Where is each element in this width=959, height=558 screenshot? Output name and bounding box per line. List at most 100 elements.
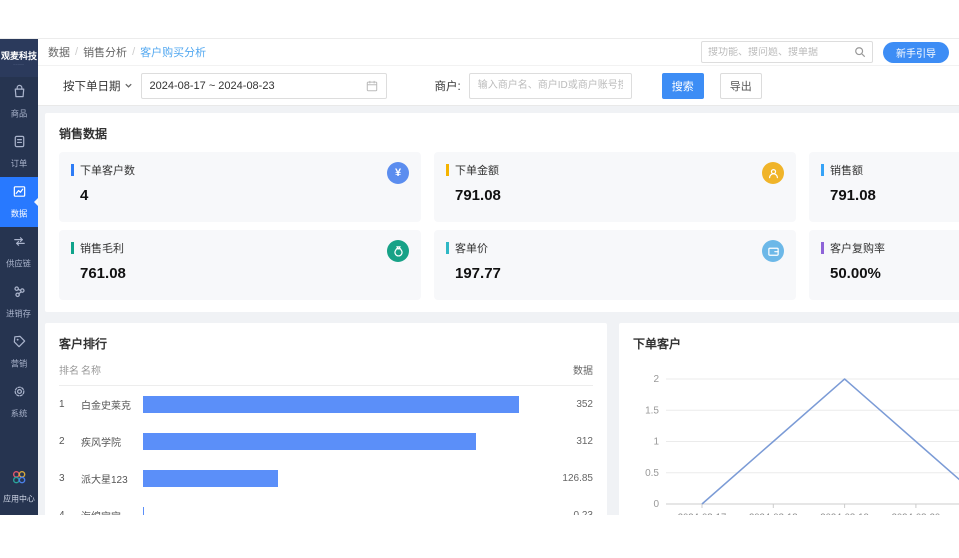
svg-text:1.5: 1.5 — [645, 405, 659, 416]
date-range-picker[interactable] — [141, 73, 387, 99]
global-search — [701, 41, 873, 63]
customer-name: 疾风学院 — [81, 434, 143, 449]
kpi-cards: 下单客户数 4¥ 下单金额 791.08 销售额 791.08 销售毛利 761… — [59, 152, 959, 300]
panel-title: 客户排行 — [59, 335, 593, 352]
svg-text:2: 2 — [653, 374, 659, 385]
sidebar-item-数据[interactable]: 数据 — [0, 177, 38, 227]
global-search-input[interactable] — [708, 47, 854, 58]
ranking-bar — [143, 470, 278, 487]
kpi-card-下单客户数: 下单客户数 4¥ — [59, 152, 421, 222]
card-accent-bar — [71, 242, 74, 254]
ranking-bar — [143, 433, 476, 450]
supply-chain-icon — [12, 234, 27, 254]
sales-data-panel: 销售数据 下单客户数 4¥ 下单金额 791.08 销售额 791.08 销售毛… — [45, 113, 959, 312]
breadcrumb-item[interactable]: 销售分析 — [83, 44, 127, 60]
breadcrumb: 数据 / 销售分析 / 客户购买分析 — [48, 44, 206, 60]
sidebar-item-供应链[interactable]: 供应链 — [0, 227, 38, 277]
sidebar-item-label: 供应链 — [7, 258, 32, 270]
sidebar-item-商品[interactable]: 商品 — [0, 77, 38, 127]
date-range-input[interactable] — [150, 80, 360, 92]
merchant-search-input[interactable] — [469, 73, 632, 99]
app-center-icon — [11, 469, 27, 490]
search-button[interactable]: 搜索 — [662, 73, 704, 99]
ranking-value: 126.85 — [531, 473, 593, 484]
chevron-down-icon — [124, 81, 133, 90]
sidebar-item-营销[interactable]: 营销 — [0, 327, 38, 377]
sidebar-item-label: 营销 — [11, 358, 28, 370]
app-window: 观麦科技 ·········· 商品 订单 数据 供应链 进销存 营销 系统 — [0, 38, 959, 515]
ranking-value: 0.23 — [531, 510, 593, 515]
filter-bar: 按下单日期 商户: 搜索 导出 — [38, 66, 959, 106]
card-accent-bar — [446, 164, 449, 176]
kpi-value: 197.77 — [455, 265, 784, 282]
settings-gear-icon — [12, 384, 27, 404]
user-icon — [762, 162, 784, 184]
order-icon — [12, 134, 27, 154]
panel-title: 销售数据 — [59, 125, 959, 142]
card-accent-bar — [821, 242, 824, 254]
brand-name: 观麦科技 — [1, 49, 37, 62]
kpi-label: 客户复购率 — [830, 240, 885, 256]
sidebar: 观麦科技 ·········· 商品 订单 数据 供应链 进销存 营销 系统 — [0, 39, 38, 515]
kpi-label: 下单金额 — [455, 162, 499, 178]
sidebar-item-label: 进销存 — [7, 308, 32, 320]
ranking-value: 352 — [531, 399, 593, 410]
svg-text:0: 0 — [653, 499, 659, 510]
card-accent-bar — [821, 164, 824, 176]
inventory-icon — [12, 284, 27, 304]
card-accent-bar — [71, 164, 74, 176]
line-chart-svg: 21.510.502024-08-172024-08-182024-08-192… — [633, 366, 959, 515]
sidebar-item-进销存[interactable]: 进销存 — [0, 277, 38, 327]
calendar-icon — [366, 80, 378, 92]
kpi-card-客户复购率: 客户复购率 50.00% — [809, 230, 959, 300]
merchant-label: 商户: — [435, 78, 461, 94]
rank-number: 2 — [59, 436, 81, 447]
sidebar-item-app-center[interactable]: 应用中心 — [0, 465, 38, 509]
kpi-value: 4 — [80, 187, 409, 204]
sidebar-menu: 商品 订单 数据 供应链 进销存 营销 系统 — [0, 77, 38, 465]
data-chart-icon — [12, 184, 27, 204]
sidebar-item-label: 系统 — [11, 408, 28, 420]
sidebar-item-label: 商品 — [11, 108, 28, 120]
customer-ranking-panel: 客户排行 排名 名称 数据 1 白金史莱克 3522 疾风学院 3123 派大星… — [45, 323, 607, 515]
kpi-value: 50.00% — [830, 265, 959, 282]
export-button[interactable]: 导出 — [720, 73, 762, 99]
wallet-icon — [762, 240, 784, 262]
customer-name: 海绵宝宝 — [81, 508, 143, 515]
sidebar-item-label: 订单 — [11, 158, 28, 170]
svg-text:2024-08-18: 2024-08-18 — [749, 512, 798, 515]
breadcrumb-separator: / — [75, 46, 78, 58]
sidebar-item-系统[interactable]: 系统 — [0, 377, 38, 427]
ranking-bar — [143, 507, 144, 515]
ranking-table-body: 1 白金史莱克 3522 疾风学院 3123 派大星123 126.85 4 海绵… — [59, 386, 593, 515]
column-header-value: 数据 — [531, 362, 593, 377]
search-icon[interactable] — [854, 46, 866, 58]
ranking-row: 3 派大星123 126.85 — [59, 460, 593, 497]
kpi-label: 销售额 — [830, 162, 863, 178]
ranking-bar — [143, 396, 519, 413]
ranking-row: 1 白金史莱克 352 — [59, 386, 593, 423]
kpi-label: 销售毛利 — [80, 240, 124, 256]
kpi-label: 客单价 — [455, 240, 488, 256]
date-type-select[interactable]: 按下单日期 — [63, 78, 133, 94]
top-bar: 数据 / 销售分析 / 客户购买分析 新手引导 — [38, 39, 959, 66]
column-header-name: 名称 — [81, 362, 143, 377]
ranking-row: 2 疾风学院 312 — [59, 423, 593, 460]
sidebar-item-订单[interactable]: 订单 — [0, 127, 38, 177]
sidebar-item-label: 数据 — [11, 208, 28, 220]
breadcrumb-separator: / — [132, 46, 135, 58]
column-header-rank: 排名 — [59, 362, 81, 377]
svg-text:1: 1 — [653, 437, 659, 448]
svg-text:2024-08-19: 2024-08-19 — [820, 512, 869, 515]
breadcrumb-current: 客户购买分析 — [140, 44, 206, 60]
customer-name: 白金史莱克 — [81, 397, 143, 412]
kpi-card-销售毛利: 销售毛利 761.08 — [59, 230, 421, 300]
moneybag-icon — [387, 240, 409, 262]
order-customers-line-chart: 21.510.502024-08-172024-08-182024-08-192… — [633, 366, 959, 515]
beginner-guide-button[interactable]: 新手引导 — [883, 42, 949, 63]
rank-number: 4 — [59, 510, 81, 515]
kpi-value: 761.08 — [80, 265, 409, 282]
rank-number: 3 — [59, 473, 81, 484]
breadcrumb-item[interactable]: 数据 — [48, 44, 70, 60]
kpi-card-下单金额: 下单金额 791.08 — [434, 152, 796, 222]
